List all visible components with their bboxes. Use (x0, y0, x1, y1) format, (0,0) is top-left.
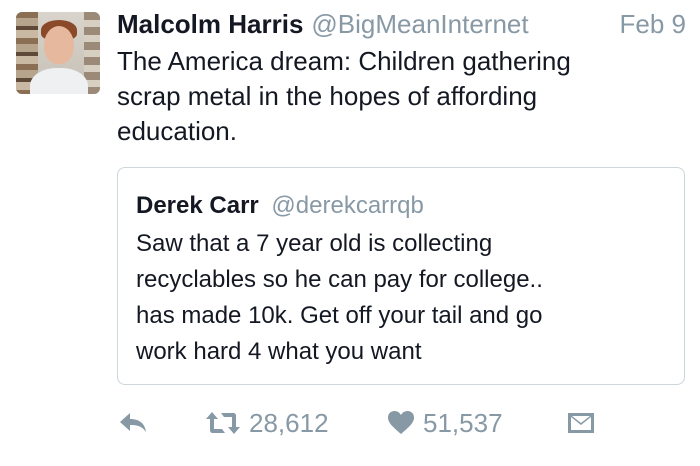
tweet-actions: 28,612 51,537 (117, 403, 700, 443)
tweet-header: Malcolm Harris @BigMeanInternet Feb 9 (117, 9, 686, 43)
tweet-text-line: The America dream: Children gathering (117, 46, 571, 76)
retweet-count: 28,612 (249, 407, 329, 438)
quoted-tweet-text: Saw that a 7 year old is collecting recy… (136, 226, 666, 370)
retweet-icon (205, 410, 241, 436)
quoted-text-line: work hard 4 what you want (136, 338, 422, 365)
quoted-text-line: recyclables so he can pay for college.. (136, 266, 543, 293)
author-handle[interactable]: @BigMeanInternet (311, 9, 528, 40)
envelope-icon (566, 411, 596, 435)
heart-icon (387, 410, 415, 436)
direct-message-button[interactable] (566, 403, 596, 443)
quoted-tweet[interactable]: Derek Carr @derekcarrqb Saw that a 7 yea… (117, 167, 685, 385)
like-count: 51,537 (423, 407, 503, 438)
author-name[interactable]: Malcolm Harris (117, 9, 303, 40)
avatar[interactable] (16, 12, 100, 94)
avatar-body (30, 68, 88, 94)
quoted-tweet-header: Derek Carr @derekcarrqb (136, 192, 424, 220)
tweet-text-line: scrap metal in the hopes of affording (117, 81, 538, 111)
quoted-author-handle: @derekcarrqb (271, 192, 424, 219)
quoted-text-line: Saw that a 7 year old is collecting (136, 230, 493, 257)
like-button[interactable]: 51,537 (387, 403, 503, 443)
quoted-text-line: has made 10k. Get off your tail and go (136, 302, 543, 329)
quoted-author-name: Derek Carr (136, 192, 259, 219)
tweet-text: The America dream: Children gathering sc… (117, 44, 677, 149)
retweet-button[interactable]: 28,612 (205, 403, 329, 443)
reply-icon (117, 410, 149, 436)
tweet-date[interactable]: Feb 9 (620, 9, 687, 40)
reply-button[interactable] (117, 403, 149, 443)
avatar-face (44, 26, 74, 64)
tweet-text-line: education. (117, 116, 237, 146)
